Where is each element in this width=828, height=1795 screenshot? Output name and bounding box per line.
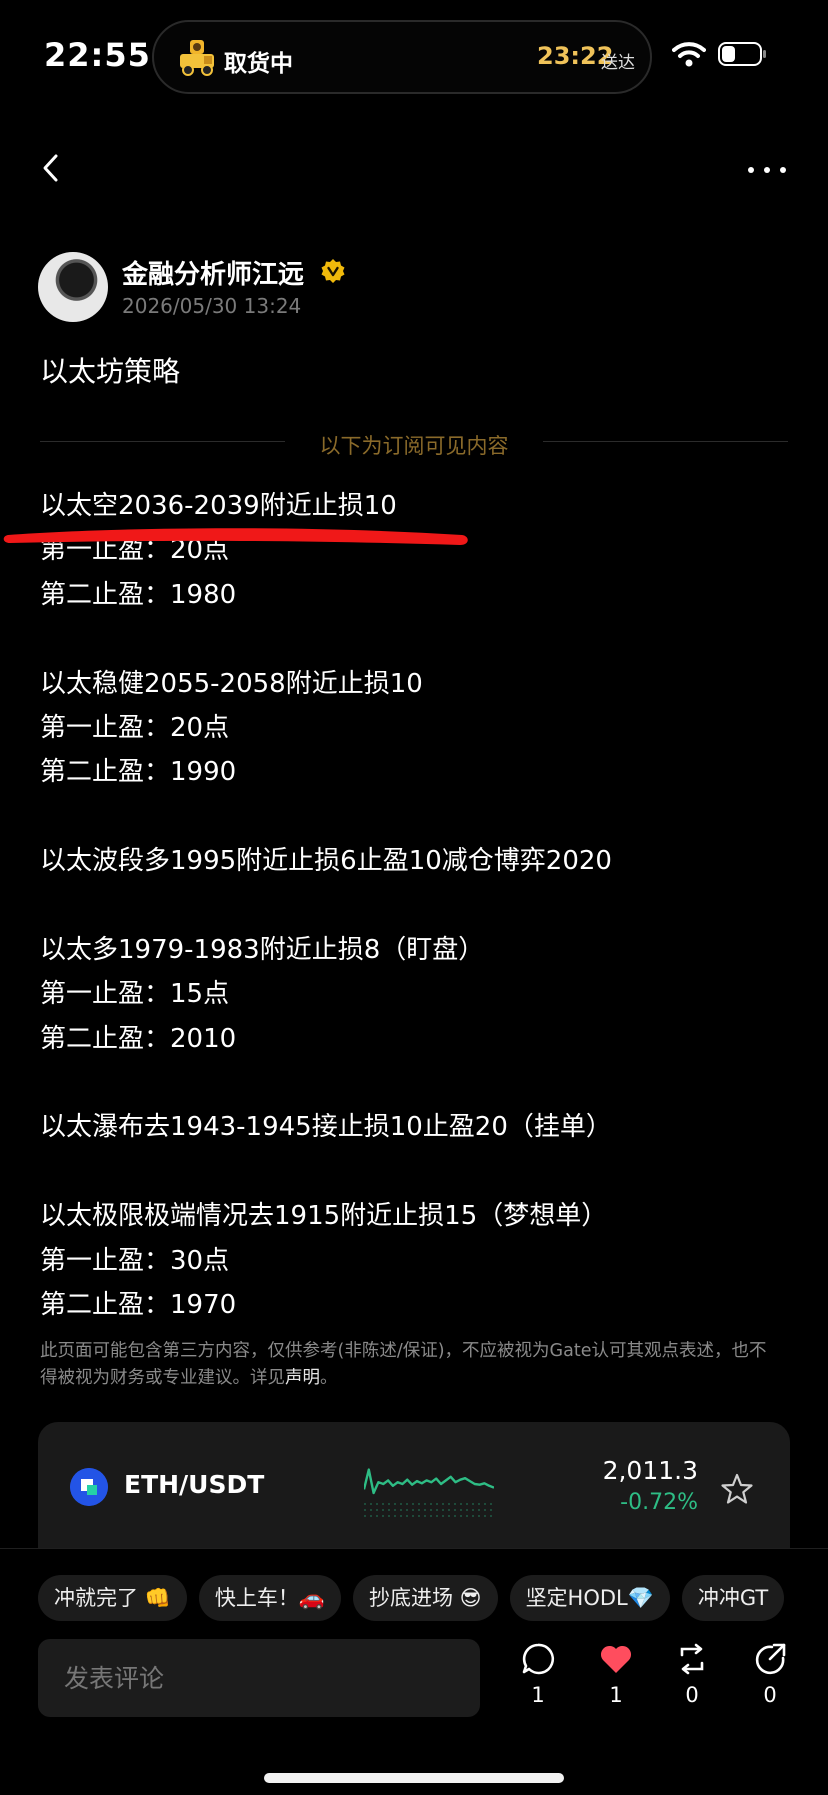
post-line: 以太空2036-2039附近止损10 <box>40 491 397 521</box>
share-button[interactable]: 0 <box>740 1641 800 1721</box>
post-line: 以太波段多1995附近止损6止盈10减仓博弈2020 <box>40 846 612 877</box>
like-button[interactable]: 1 <box>586 1641 646 1721</box>
repost-button[interactable]: 0 <box>662 1641 722 1721</box>
post-line: 第一止盈：30点 <box>40 1245 230 1276</box>
post-body: 以太空2036-2039附近止损10 第一止盈：20点 第二止盈：1980 以太稳健2… <box>40 484 800 1327</box>
comment-box[interactable] <box>38 1639 480 1717</box>
repost-count: 0 <box>685 1683 699 1707</box>
gate-coin-icon <box>70 1468 108 1506</box>
battery-icon <box>718 42 766 66</box>
like-count: 1 <box>609 1683 623 1707</box>
post-title: 以太坊策略 <box>40 355 181 388</box>
post-line: 以太瀑布去1943-1945接止损10止盈20（挂单） <box>40 1112 612 1143</box>
post-line: 第一止盈：20点 <box>40 535 230 566</box>
verified-badge-icon <box>321 259 345 283</box>
ticker-pair: ETH/USDT <box>124 1470 265 1499</box>
quick-reply-chip[interactable]: 坚定HODL💎 <box>509 1575 670 1621</box>
post-line: 第二止盈：1990 <box>40 757 237 788</box>
activity-eta-suffix: 送达 <box>601 53 635 73</box>
live-activity[interactable]: 取货中 23:22 送达 <box>152 20 652 94</box>
author-name[interactable]: 金融分析师江远 <box>122 254 304 291</box>
post-line: 以太稳健2055-2058附近止损10 <box>40 668 423 699</box>
activity-label: 取货中 <box>224 51 293 77</box>
repost-icon <box>680 1643 704 1675</box>
post-line: 第二止盈：1970 <box>40 1290 237 1321</box>
ticker-price: 2,011.3 <box>602 1456 698 1485</box>
disclaimer-end: 。 <box>320 1368 338 1388</box>
comment-count: 1 <box>531 1683 545 1707</box>
price-sparkline <box>364 1468 494 1517</box>
post-line: 以太多1979-1983附近止损8（盯盘） <box>40 934 485 965</box>
ticker-card[interactable]: ETH/USDT 2,011.3 -0.72% <box>38 1422 790 1550</box>
bottom-bar: 冲就完了 👊快上车！🚗抄底进场 😎坚定HODL💎冲冲GT 1 1 0 0 <box>0 1548 828 1795</box>
sparkline-line <box>364 1468 494 1495</box>
subscriber-divider: 以下为订阅可见内容 <box>40 430 788 458</box>
home-indicator[interactable] <box>264 1773 564 1783</box>
disclaimer: 此页面可能包含第三方内容，仅供参考(非陈述/保证)，不应被视为Gate认可其观点… <box>40 1338 780 1392</box>
wifi-icon <box>672 42 706 67</box>
post-line: 第二止盈：1980 <box>40 579 237 610</box>
subscriber-divider-label: 以下为订阅可见内容 <box>319 434 509 458</box>
share-icon <box>755 1643 786 1675</box>
comment-input[interactable] <box>38 1639 480 1717</box>
favorite-star-icon[interactable] <box>720 1472 754 1506</box>
status-bar: 22:55 取货中 23:22 送达 <box>0 0 828 110</box>
quick-reply-chip[interactable]: 快上车！🚗 <box>198 1575 341 1621</box>
delivery-truck-icon <box>180 40 214 76</box>
ticker-change: -0.72% <box>620 1490 698 1515</box>
quick-reply-chip[interactable]: 冲冲GT <box>681 1575 785 1621</box>
disclaimer-link[interactable]: 声明 <box>285 1368 320 1388</box>
comment-icon <box>522 1643 555 1675</box>
post-line: 第一止盈：15点 <box>40 979 230 1010</box>
author-avatar[interactable] <box>38 252 108 322</box>
quick-reply-chips: 冲就完了 👊 快上车！🚗 抄底进场 😎 坚定HODL💎 冲冲GT <box>38 1575 828 1623</box>
comment-button[interactable]: 1 <box>508 1641 568 1721</box>
quick-reply-chip[interactable]: 冲就完了 👊 <box>38 1575 187 1621</box>
post-line: 以太极限极端情况去1915附近止损15（梦想单） <box>40 1201 608 1232</box>
clock: 22:55 <box>44 36 151 74</box>
disclaimer-text: 此页面可能包含第三方内容，仅供参考(非陈述/保证)，不应被视为Gate认可其观点… <box>40 1341 767 1388</box>
post-line: 第一止盈：20点 <box>40 712 230 743</box>
heart-icon <box>600 1645 632 1673</box>
quick-reply-chip[interactable]: 抄底进场 😎 <box>352 1575 498 1621</box>
post-line: 第二止盈：2010 <box>40 1023 237 1054</box>
more-options-icon[interactable] <box>742 150 792 190</box>
post-timestamp: 2026/05/30 13:24 <box>122 294 302 318</box>
back-icon[interactable] <box>36 148 66 188</box>
share-count: 0 <box>763 1683 777 1707</box>
